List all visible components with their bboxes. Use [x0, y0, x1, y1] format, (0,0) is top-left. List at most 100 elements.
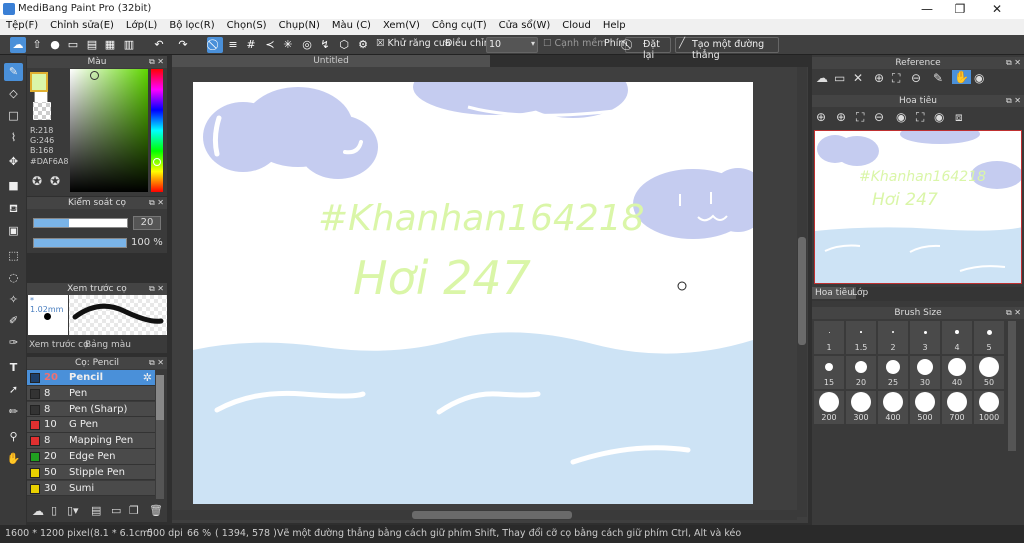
menu-edit[interactable]: Chỉnh sửa(E) — [44, 19, 120, 31]
brush-size-cell[interactable]: 1 — [814, 321, 844, 354]
brush-item[interactable]: 20 Pencil ✲ — [27, 370, 155, 386]
cloud-icon[interactable]: ☁ — [816, 71, 828, 85]
tab-brush-preview[interactable]: Xem trước cọ — [29, 340, 89, 350]
rotate-left-icon[interactable]: ◉ — [896, 110, 906, 124]
brush-size-cell[interactable]: 25 — [878, 356, 908, 389]
navigator-thumbnail[interactable]: #Khanhan164218 Hơi 247 — [814, 130, 1022, 284]
cloud-icon[interactable]: ☁ — [10, 37, 26, 53]
panel-close-icon[interactable]: ⧉ ✕ — [149, 357, 164, 369]
menu-filter[interactable]: Bộ lọc(R) — [163, 19, 220, 31]
eraser-tool-icon[interactable]: ◇ — [4, 85, 23, 103]
brush-size-cell[interactable]: 4 — [942, 321, 972, 354]
brush-item[interactable]: 50 Stipple Pen — [27, 464, 155, 481]
menu-select[interactable]: Chọn(S) — [221, 19, 273, 31]
panel-close-icon[interactable]: ⧉ ✕ — [1006, 95, 1021, 107]
snap-settings-icon[interactable]: ⚙ — [355, 37, 371, 53]
rotate-icon[interactable]: ◉ — [974, 71, 984, 85]
brush-size-cell[interactable]: 500 — [910, 391, 940, 424]
tab-layer[interactable]: Lớp — [852, 288, 868, 298]
brush-size-cell[interactable]: 2 — [878, 321, 908, 354]
brush-size-cell[interactable]: 700 — [942, 391, 972, 424]
panel-close-icon[interactable]: ⧉ ✕ — [1006, 57, 1021, 69]
brush-item[interactable]: 8 Pen (Sharp) — [27, 401, 155, 418]
antialias-checkbox[interactable]: ☒ Khử răng cưa — [376, 38, 451, 49]
zoom-in-icon[interactable]: ⊕ — [836, 110, 846, 124]
document-icon[interactable]: ▤ — [84, 37, 100, 53]
brush-item[interactable]: 30 Sumi — [27, 480, 155, 497]
panel-close-icon[interactable]: ⧉ ✕ — [149, 56, 164, 68]
document-tab[interactable]: Untitled — [172, 55, 490, 67]
flip-icon[interactable]: ⧈ — [955, 110, 963, 125]
redo-icon[interactable]: ↷ — [175, 37, 191, 53]
chat-icon[interactable]: ● — [47, 37, 63, 53]
select-eraser-icon[interactable]: ✑ — [4, 334, 23, 352]
brush-size-cell[interactable]: 40 — [942, 356, 972, 389]
menu-tools[interactable]: Công cụ(T) — [426, 19, 493, 31]
add-brush-icon[interactable]: ▯▾ — [67, 504, 79, 517]
divide-tool-icon[interactable]: ✏ — [4, 403, 23, 421]
brush-size-cell[interactable]: 15 — [814, 356, 844, 389]
copy-brush-icon[interactable]: ❐ — [129, 504, 139, 517]
transparent-swatch[interactable] — [33, 102, 51, 120]
hand-tool-icon[interactable]: ✋ — [4, 450, 23, 468]
panel-close-icon[interactable]: ⧉ ✕ — [149, 197, 164, 209]
brush-size-cell[interactable]: 200 — [814, 391, 844, 424]
brush-item[interactable]: 20 Edge Pen — [27, 449, 155, 465]
straight-line-button[interactable]: ╱ Tạo một đường thẳng — [675, 37, 779, 61]
close-button[interactable]: ✕ — [982, 1, 1012, 18]
brush-item[interactable]: 8 Mapping Pen — [27, 433, 155, 449]
brush-size-slider[interactable] — [33, 218, 128, 228]
reset-view-icon[interactable]: ⛶ — [916, 110, 924, 125]
brush-item[interactable]: 10 G Pen — [27, 417, 155, 433]
panel-close-icon[interactable]: ⧉ ✕ — [1006, 307, 1021, 319]
tab-palette[interactable]: Bảng màu — [85, 340, 131, 350]
drawing-canvas[interactable]: #Khanhan164218 Hơi 247 — [193, 82, 753, 504]
opacity-slider[interactable] — [33, 238, 127, 248]
sv-cursor[interactable] — [90, 71, 99, 80]
cloud-brush-icon[interactable]: ☁ — [32, 504, 44, 518]
snap-perspective-icon[interactable]: ≺ — [262, 37, 278, 53]
foreground-color-swatch[interactable] — [30, 72, 48, 92]
snap-grid-icon[interactable]: # — [243, 37, 259, 53]
menu-view[interactable]: Xem(V) — [377, 19, 426, 31]
snap-radial-icon[interactable]: ✳ — [280, 37, 296, 53]
operation-tool-icon[interactable]: ➚ — [4, 381, 23, 399]
horizontal-scrollbar[interactable] — [172, 510, 797, 520]
brush-settings-icon[interactable]: ▤ — [91, 504, 101, 517]
hand-icon[interactable]: ✋ — [952, 70, 971, 84]
fill-rect-tool-icon[interactable]: ■ — [4, 177, 23, 195]
new-brush-icon[interactable]: ▯ — [51, 504, 57, 517]
vertical-scrollbar[interactable] — [797, 67, 807, 517]
brush-size-scrollbar[interactable] — [1008, 321, 1016, 451]
bucket-tool-icon[interactable]: ⛾ — [4, 200, 23, 218]
eyedropper-icon[interactable]: ✎ — [933, 71, 943, 85]
brush-item[interactable]: 8 Pen — [27, 385, 155, 402]
eyedropper-icon[interactable]: ⚲ — [4, 428, 23, 446]
menu-help[interactable]: Help — [597, 19, 632, 31]
zoom-in-icon[interactable]: ⊕ — [816, 110, 826, 124]
select-pen-icon[interactable]: ✐ — [4, 312, 23, 330]
brush-tool-icon[interactable]: ✎ — [4, 63, 23, 81]
brush-size-cell[interactable]: 300 — [846, 391, 876, 424]
close-icon[interactable]: ✕ — [853, 71, 863, 85]
snap-parallel-icon[interactable]: ≡ — [225, 37, 241, 53]
snap-circle-icon[interactable]: ◎ — [299, 37, 315, 53]
select-rect-icon[interactable]: ⬚ — [4, 247, 23, 265]
brush-size-value[interactable]: 20 — [133, 216, 161, 230]
brush-size-cell[interactable]: 400 — [878, 391, 908, 424]
saturation-value-picker[interactable] — [70, 69, 148, 192]
menu-file[interactable]: Tệp(F) — [0, 19, 44, 31]
maximize-button[interactable]: ❐ — [945, 1, 975, 18]
gear-icon[interactable]: ✲ — [143, 371, 152, 384]
text-tool-icon[interactable]: T — [4, 359, 23, 377]
color-picker-icon[interactable]: ✪ — [50, 174, 60, 188]
snap-polygon-icon[interactable]: ⬡ — [336, 37, 352, 53]
fit-icon[interactable]: ⛶ — [856, 110, 864, 125]
reset-button[interactable]: ⃠Đặt lại — [625, 37, 671, 61]
snap-off-icon[interactable]: ⃠ — [207, 37, 223, 53]
folder-open-icon[interactable]: ▭ — [834, 71, 845, 85]
gradient-tool-icon[interactable]: ▣ — [4, 222, 23, 240]
brush-size-cell[interactable]: 1.5 — [846, 321, 876, 354]
snap-curve-icon[interactable]: ↯ — [317, 37, 333, 53]
brush-size-cell[interactable]: 5 — [974, 321, 1004, 354]
